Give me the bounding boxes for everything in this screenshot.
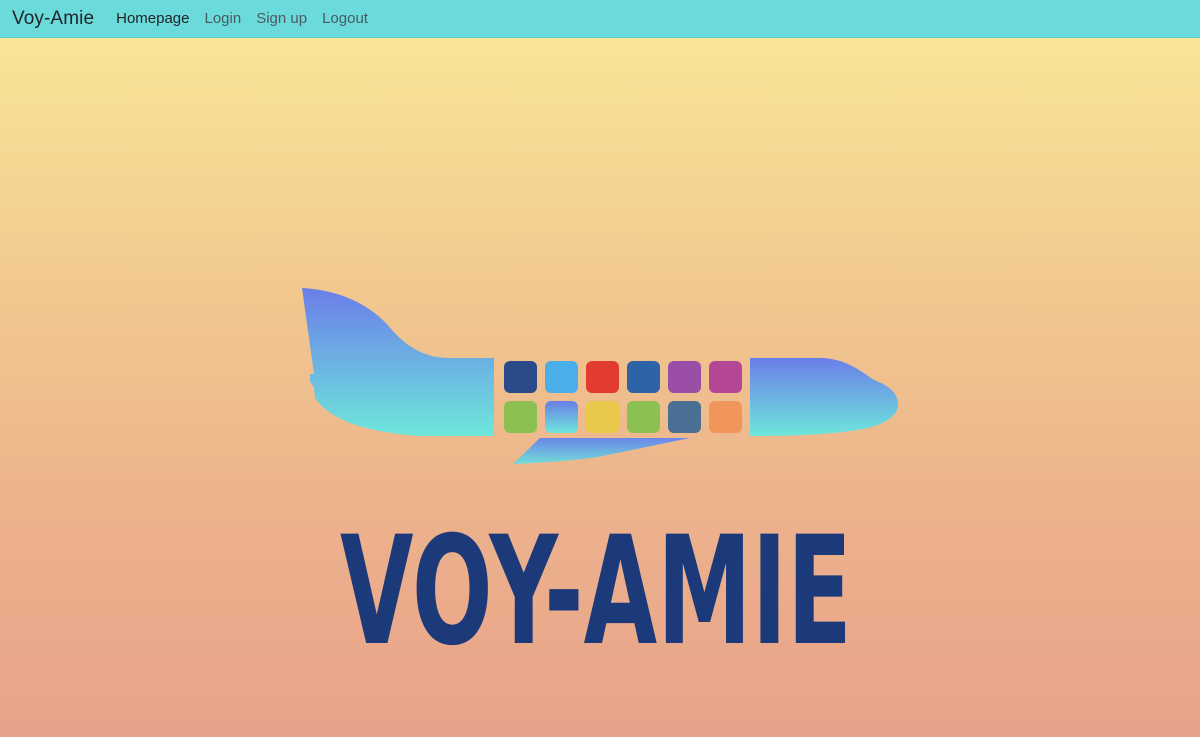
- nav-link-sign-up[interactable]: Sign up: [256, 10, 307, 27]
- nav-link-login[interactable]: Login: [205, 10, 242, 27]
- navbar-brand[interactable]: Voy-Amie: [12, 8, 94, 30]
- window-square: [504, 361, 537, 393]
- window-square: [627, 361, 660, 393]
- airplane-tail: [302, 288, 494, 436]
- window-square: [545, 361, 578, 393]
- window-square: [586, 401, 619, 433]
- window-square: [627, 401, 660, 433]
- window-square: [668, 401, 701, 433]
- hero-section: VOY-AMIE: [0, 38, 1200, 737]
- window-square: [545, 401, 578, 433]
- window-square: [709, 361, 742, 393]
- window-square: [504, 401, 537, 433]
- airplane-windows: [504, 361, 742, 433]
- nav-link-logout[interactable]: Logout: [322, 10, 368, 27]
- airplane-icon: [302, 288, 898, 464]
- voy-amie-logo: VOY-AMIE: [302, 288, 898, 679]
- airplane-wing: [513, 438, 690, 464]
- logo-wordmark: VOY-AMIE: [340, 505, 852, 679]
- nav-link-homepage[interactable]: Homepage: [116, 10, 189, 27]
- window-square: [709, 401, 742, 433]
- window-square: [668, 361, 701, 393]
- window-square: [586, 361, 619, 393]
- airplane-nose: [750, 358, 898, 436]
- top-navbar: Voy-Amie Homepage Login Sign up Logout: [0, 0, 1200, 38]
